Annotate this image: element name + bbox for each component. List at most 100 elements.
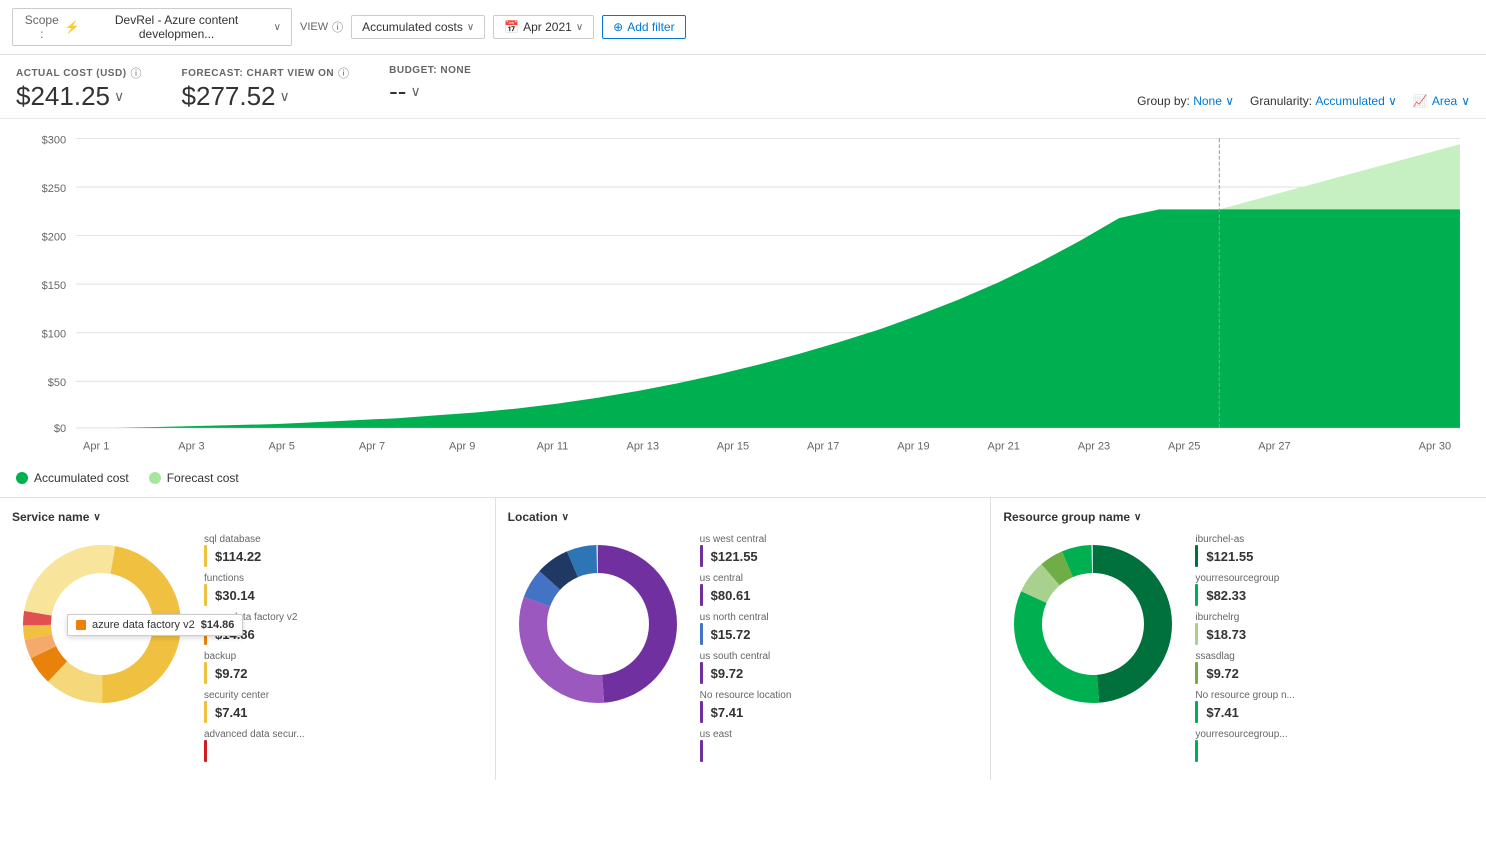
- service-legend-row-6: advanced data secur...: [204, 729, 483, 762]
- top-bar: Scope : ⚡ DevRel - Azure content develop…: [0, 0, 1486, 55]
- view-value: Accumulated costs: [362, 20, 463, 34]
- accumulated-legend-item: Accumulated cost: [16, 471, 129, 485]
- location-legend-row-2: us central $80.61: [700, 573, 979, 606]
- date-button[interactable]: 📅 Apr 2021 ∨: [493, 15, 594, 39]
- chart-type-icon: 📈: [1413, 94, 1428, 108]
- svg-text:Apr 27: Apr 27: [1258, 440, 1290, 452]
- group-by-select[interactable]: None ∨: [1193, 94, 1234, 108]
- actual-info-icon: ⓘ: [131, 65, 142, 81]
- scope-value: DevRel - Azure content developmen...: [83, 13, 269, 41]
- service-legend-row-4: backup $9.72: [204, 651, 483, 684]
- resource-group-title: Resource group name: [1003, 510, 1130, 524]
- chart-container: $300 $250 $200 $150 $100 $50 $0: [0, 119, 1486, 467]
- service-name-header[interactable]: Service name ∨: [12, 510, 483, 524]
- service-legend-list: sql database $114.22 functions $30.14 az…: [204, 534, 483, 768]
- granularity-label: Granularity:: [1250, 94, 1312, 108]
- location-donut-container: [508, 534, 688, 717]
- svg-text:Apr 19: Apr 19: [897, 440, 929, 452]
- budget-metric: BUDGET: NONE -- ∨: [389, 65, 471, 107]
- main-chart: $300 $250 $200 $150 $100 $50 $0: [16, 119, 1470, 459]
- accumulated-legend-label: Accumulated cost: [34, 471, 129, 485]
- svg-text:Apr 23: Apr 23: [1078, 440, 1110, 452]
- location-legend-row-3: us north central $15.72: [700, 612, 979, 645]
- svg-text:Apr 25: Apr 25: [1168, 440, 1200, 452]
- forecast-metric: FORECAST: CHART VIEW ON ⓘ $277.52 ∨: [182, 65, 350, 112]
- svg-text:Apr 11: Apr 11: [537, 440, 569, 452]
- location-donut-chart: [508, 534, 688, 714]
- service-legend-row-3: azure data factory v2 $14.86: [204, 612, 483, 645]
- resource-group-legend-list: iburchel-as $121.55 yourresourcegroup $8…: [1195, 534, 1474, 768]
- view-chevron: ∨: [467, 22, 474, 33]
- location-header[interactable]: Location ∨: [508, 510, 979, 524]
- chart-legend: Accumulated cost Forecast cost: [0, 467, 1486, 497]
- location-legend-row-5: No resource location $7.41: [700, 690, 979, 723]
- view-label: VIEW: [300, 21, 328, 33]
- location-legend-row-4: us south central $9.72: [700, 651, 979, 684]
- calendar-icon: 📅: [504, 20, 519, 34]
- resource-group-legend-row-1: iburchel-as $121.55: [1195, 534, 1474, 567]
- add-filter-button[interactable]: ⊕ Add filter: [602, 15, 685, 39]
- actual-chevron: ∨: [114, 88, 124, 105]
- svg-text:Apr 15: Apr 15: [717, 440, 749, 452]
- tooltip-color: [76, 620, 86, 630]
- date-value: Apr 2021: [523, 20, 572, 34]
- x-axis: Apr 1 Apr 3 Apr 5 Apr 7 Apr 9 Apr 11 Apr…: [83, 440, 1451, 452]
- actual-cost-label: ACTUAL COST (USD): [16, 68, 127, 79]
- forecast-legend-label: Forecast cost: [167, 471, 239, 485]
- chart-type-button[interactable]: 📈 Area ∨: [1413, 94, 1470, 108]
- forecast-legend-item: Forecast cost: [149, 471, 239, 485]
- actual-cost-value: $241.25 ∨: [16, 81, 142, 112]
- view-button[interactable]: Accumulated costs ∨: [351, 15, 485, 39]
- resource-group-legend-row-5: No resource group n... $7.41: [1195, 690, 1474, 723]
- service-name-panel: Service name ∨: [0, 498, 496, 780]
- filter-label: Add filter: [627, 20, 674, 34]
- granularity-control: Granularity: Accumulated ∨: [1250, 94, 1397, 108]
- svg-text:$300: $300: [42, 134, 67, 146]
- tooltip-value: $14.86: [201, 619, 235, 631]
- svg-text:$200: $200: [42, 232, 67, 244]
- budget-value: -- ∨: [389, 76, 471, 107]
- forecast-value: $277.52 ∨: [182, 81, 350, 112]
- scope-icon: ⚡: [65, 20, 80, 34]
- location-legend-row-6: us east: [700, 729, 979, 762]
- resource-group-legend-row-6: yourresourcegroup...: [1195, 729, 1474, 762]
- service-legend-row-2: functions $30.14: [204, 573, 483, 606]
- svg-text:Apr 30: Apr 30: [1419, 440, 1451, 452]
- forecast-info-icon: ⓘ: [338, 65, 349, 81]
- resource-group-legend-row-3: iburchelrg $18.73: [1195, 612, 1474, 645]
- service-legend-row-1: sql database $114.22: [204, 534, 483, 567]
- resource-group-donut-container: [1003, 534, 1183, 717]
- chart-type-chevron: ∨: [1461, 94, 1470, 108]
- service-tooltip: azure data factory v2 $14.86: [67, 614, 243, 636]
- tooltip-label: azure data factory v2: [92, 619, 195, 631]
- accumulated-area: [76, 209, 1460, 428]
- granularity-select[interactable]: Accumulated ∨: [1315, 94, 1397, 108]
- service-donut-container: azure data factory v2 $14.86: [12, 534, 192, 717]
- group-by-control: Group by: None ∨: [1137, 94, 1234, 108]
- svg-text:$100: $100: [42, 329, 67, 341]
- scope-button[interactable]: Scope : ⚡ DevRel - Azure content develop…: [12, 8, 292, 46]
- scope-label: Scope :: [23, 13, 61, 41]
- location-panel: Location ∨ us west central $121.55: [496, 498, 992, 780]
- resource-group-header[interactable]: Resource group name ∨: [1003, 510, 1474, 524]
- svg-text:Apr 17: Apr 17: [807, 440, 839, 452]
- location-chevron: ∨: [562, 512, 569, 523]
- service-name-title: Service name: [12, 510, 89, 524]
- group-by-label: Group by:: [1137, 94, 1190, 108]
- svg-text:$250: $250: [42, 183, 67, 195]
- location-legend-list: us west central $121.55 us central $80.6…: [700, 534, 979, 768]
- svg-text:Apr 3: Apr 3: [178, 440, 204, 452]
- resource-group-legend-row-2: yourresourcegroup $82.33: [1195, 573, 1474, 606]
- svg-text:Apr 21: Apr 21: [987, 440, 1019, 452]
- forecast-legend-dot: [149, 472, 161, 484]
- resource-group-legend-row-4: ssasdlag $9.72: [1195, 651, 1474, 684]
- view-info-icon: ⓘ: [332, 19, 343, 35]
- resource-group-panel: Resource group name ∨ iburchel-as $12: [991, 498, 1486, 780]
- forecast-label: FORECAST: CHART VIEW ON: [182, 68, 335, 79]
- accumulated-legend-dot: [16, 472, 28, 484]
- location-legend-row-1: us west central $121.55: [700, 534, 979, 567]
- service-legend-row-5: security center $7.41: [204, 690, 483, 723]
- svg-text:Apr 13: Apr 13: [626, 440, 658, 452]
- svg-text:$150: $150: [42, 280, 67, 292]
- resource-group-chevron: ∨: [1134, 512, 1141, 523]
